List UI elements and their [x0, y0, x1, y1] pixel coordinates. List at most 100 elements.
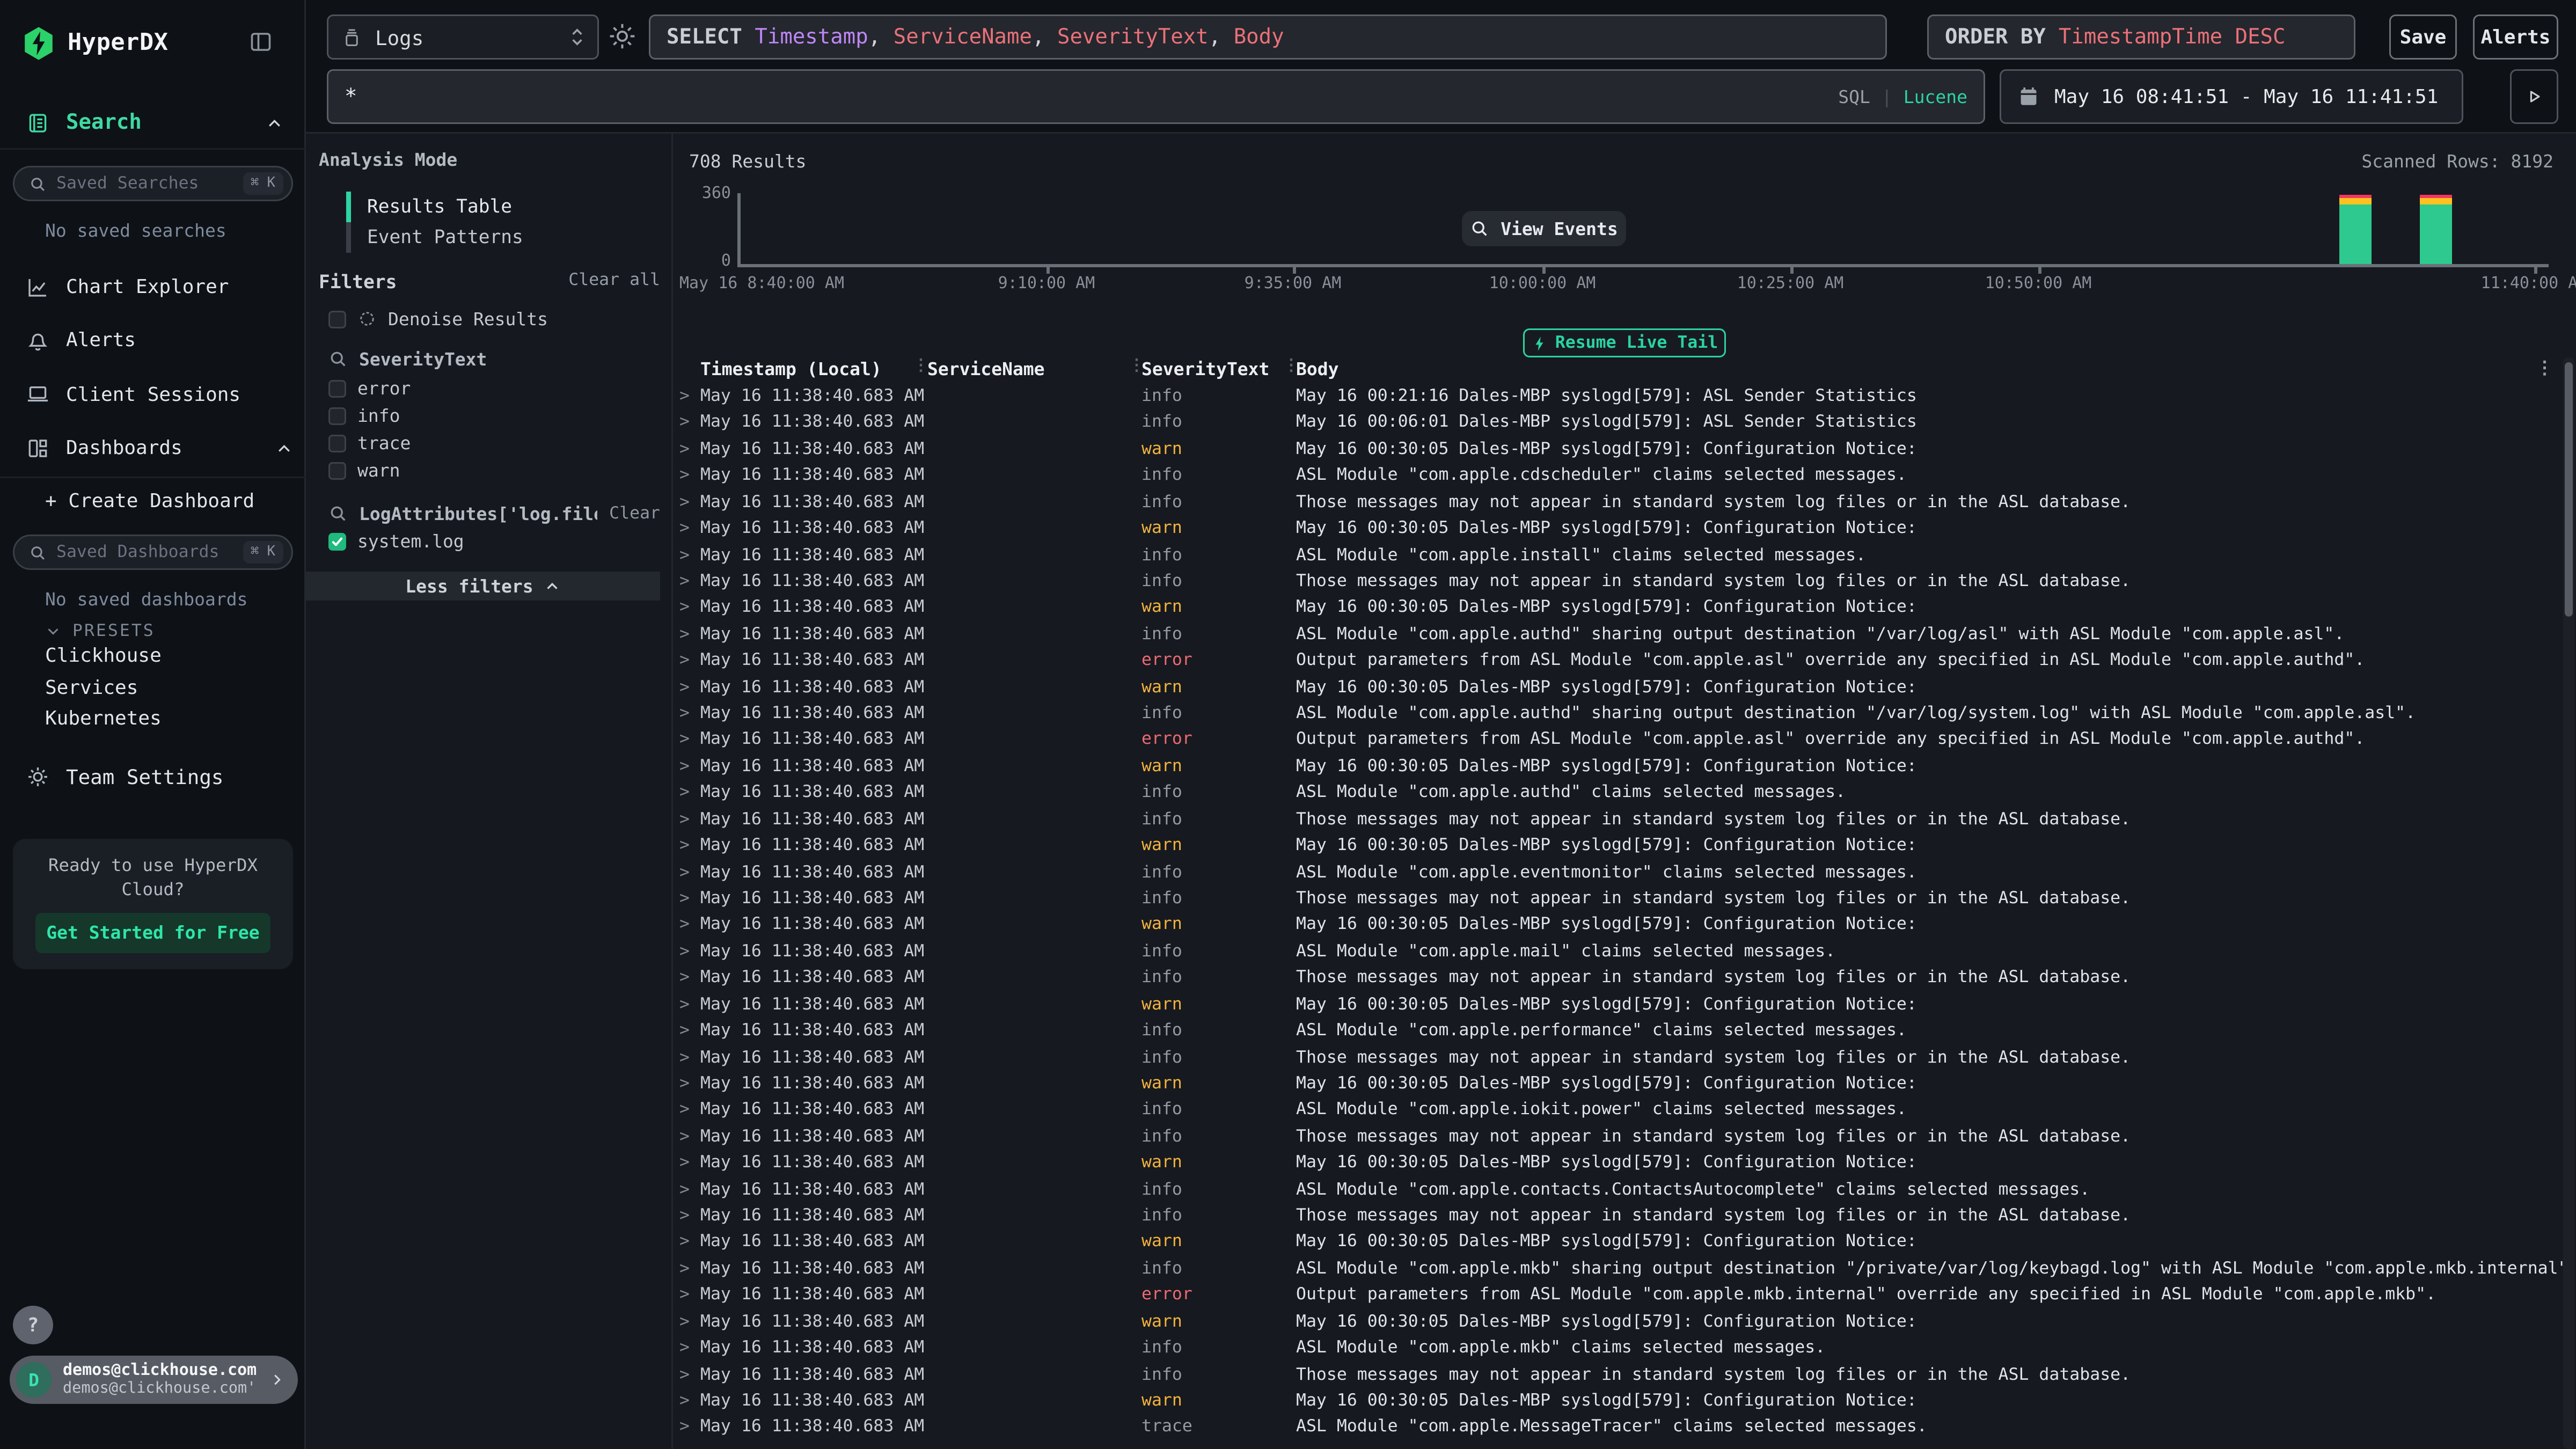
table-row[interactable]: > May 16 11:38:40.683 AM warn May 16 00:… — [673, 1308, 2563, 1335]
table-row[interactable]: > May 16 11:38:40.683 AM info ASL Module… — [673, 700, 2563, 727]
row-expand-chevron-icon[interactable]: > — [679, 1126, 690, 1146]
help-button[interactable]: ? — [13, 1306, 53, 1344]
sidebar-item-dashboards[interactable]: Dashboards — [26, 429, 293, 467]
row-expand-chevron-icon[interactable]: > — [679, 1180, 690, 1199]
table-row[interactable]: > May 16 11:38:40.683 AM info Those mess… — [673, 965, 2563, 991]
gear-icon[interactable] — [607, 21, 638, 52]
view-events-button[interactable]: View Events — [1462, 211, 1626, 246]
table-menu-icon[interactable]: ⋮ — [2536, 357, 2553, 378]
row-expand-chevron-icon[interactable]: > — [679, 1391, 690, 1410]
user-menu[interactable]: D demos@clickhouse.com demos@clickhouse.… — [10, 1356, 298, 1404]
table-row[interactable]: > May 16 11:38:40.683 AM warn May 16 00:… — [673, 1229, 2563, 1255]
table-row[interactable]: > May 16 11:38:40.683 AM info Those mess… — [673, 1044, 2563, 1071]
table-row[interactable]: > May 16 11:38:40.683 AM info ASL Module… — [673, 621, 2563, 647]
row-expand-chevron-icon[interactable]: > — [679, 651, 690, 670]
brand-row[interactable]: HyperDX — [23, 23, 283, 64]
row-expand-chevron-icon[interactable]: > — [679, 1417, 690, 1437]
logattr-clear-link[interactable]: Clear — [609, 504, 660, 523]
row-expand-chevron-icon[interactable]: > — [679, 1285, 690, 1305]
table-row[interactable]: > May 16 11:38:40.683 AM warn May 16 00:… — [673, 1071, 2563, 1097]
denoise-filter-row[interactable]: Denoise Results — [328, 308, 660, 330]
chevron-up-icon[interactable] — [275, 439, 293, 457]
severity-option-row[interactable]: trace — [328, 431, 660, 454]
row-expand-chevron-icon[interactable]: > — [679, 1338, 690, 1357]
table-row[interactable]: > May 16 11:38:40.683 AM warn May 16 00:… — [673, 436, 2563, 462]
table-row[interactable]: > May 16 11:38:40.683 AM error Output pa… — [673, 1282, 2563, 1308]
search-icon[interactable] — [328, 504, 348, 523]
histogram-bar[interactable] — [2420, 194, 2452, 264]
row-expand-chevron-icon[interactable]: > — [679, 968, 690, 987]
table-row[interactable]: > May 16 11:38:40.683 AM info ASL Module… — [673, 938, 2563, 964]
row-expand-chevron-icon[interactable]: > — [679, 1100, 690, 1119]
save-button[interactable]: Save — [2389, 14, 2457, 60]
table-row[interactable]: > May 16 11:38:40.683 AM info Those mess… — [673, 1362, 2563, 1388]
severity-checkbox[interactable] — [328, 379, 346, 397]
sidebar-item-alerts[interactable]: Alerts — [26, 321, 293, 360]
row-expand-chevron-icon[interactable]: > — [679, 545, 690, 565]
table-row[interactable]: > May 16 11:38:40.683 AM error Output pa… — [673, 727, 2563, 753]
histogram-bar[interactable] — [2339, 194, 2372, 264]
time-range-picker[interactable]: May 16 08:41:51 - May 16 11:41:51 — [2000, 69, 2463, 124]
table-row[interactable]: > May 16 11:38:40.683 AM info Those mess… — [673, 885, 2563, 912]
chevron-up-icon[interactable] — [266, 114, 283, 131]
table-row[interactable]: > May 16 11:38:40.683 AM info ASL Module… — [673, 780, 2563, 806]
row-expand-chevron-icon[interactable]: > — [679, 1365, 690, 1384]
logattr-option-row[interactable]: system.log — [328, 530, 660, 552]
row-expand-chevron-icon[interactable]: > — [679, 757, 690, 776]
resume-live-tail-button[interactable]: Resume Live Tail — [1523, 328, 1726, 357]
table-row[interactable]: > May 16 11:38:40.683 AM error Output pa… — [673, 648, 2563, 674]
row-expand-chevron-icon[interactable]: > — [679, 783, 690, 802]
severity-option-row[interactable]: warn — [328, 459, 660, 481]
row-expand-chevron-icon[interactable]: > — [679, 730, 690, 749]
row-expand-chevron-icon[interactable]: > — [679, 915, 690, 934]
table-row[interactable]: > May 16 11:38:40.683 AM info ASL Module… — [673, 463, 2563, 489]
table-row[interactable]: > May 16 11:38:40.683 AM info ASL Module… — [673, 859, 2563, 885]
row-expand-chevron-icon[interactable]: > — [679, 624, 690, 643]
alerts-button[interactable]: Alerts — [2473, 14, 2558, 60]
col-resize-handle-icon[interactable]: ⋮ — [913, 357, 929, 375]
table-row[interactable]: > May 16 11:38:40.683 AM info ASL Module… — [673, 1176, 2563, 1203]
sql-mode-option[interactable]: SQL — [1838, 86, 1870, 107]
table-row[interactable]: > May 16 11:38:40.683 AM info Those mess… — [673, 1203, 2563, 1229]
search-icon[interactable] — [328, 349, 348, 369]
row-expand-chevron-icon[interactable]: > — [679, 836, 690, 855]
col-severitytext[interactable]: SeverityText — [1141, 359, 1269, 380]
sidebar-item-client-sessions[interactable]: Client Sessions — [26, 375, 293, 413]
table-row[interactable]: > May 16 11:38:40.683 AM info ASL Module… — [673, 1018, 2563, 1044]
get-started-button[interactable]: Get Started for Free — [35, 913, 270, 953]
table-row[interactable]: > May 16 11:38:40.683 AM info Those mess… — [673, 1123, 2563, 1150]
table-row[interactable]: > May 16 11:38:40.683 AM warn May 16 00:… — [673, 1150, 2563, 1176]
table-row[interactable]: > May 16 11:38:40.683 AM info ASL Module… — [673, 1097, 2563, 1123]
row-expand-chevron-icon[interactable]: > — [679, 677, 690, 697]
row-expand-chevron-icon[interactable]: > — [679, 386, 690, 406]
sidebar-item-chart-explorer[interactable]: Chart Explorer — [26, 267, 293, 306]
scrollbar-thumb[interactable] — [2565, 362, 2573, 617]
severity-checkbox[interactable] — [328, 462, 346, 479]
select-clause-input[interactable]: SELECT Timestamp, ServiceName, SeverityT… — [649, 14, 1887, 60]
table-row[interactable]: > May 16 11:38:40.683 AM info Those mess… — [673, 568, 2563, 595]
table-row[interactable]: > May 16 11:38:40.683 AM info ASL Module… — [673, 1256, 2563, 1282]
sidebar-collapse-icon[interactable] — [248, 29, 274, 55]
sidebar-item-team-settings[interactable]: Team Settings — [26, 758, 283, 794]
order-by-input[interactable]: ORDER BY TimestampTime DESC — [1927, 14, 2355, 60]
sidebar-item-search[interactable]: Search — [26, 105, 283, 140]
severity-option-row[interactable]: error — [328, 377, 660, 399]
severity-checkbox[interactable] — [328, 434, 346, 452]
preset-item-clickhouse[interactable]: Clickhouse — [45, 644, 162, 667]
clear-all-link[interactable]: Clear all — [568, 270, 660, 293]
row-expand-chevron-icon[interactable]: > — [679, 1259, 690, 1278]
row-expand-chevron-icon[interactable]: > — [679, 466, 690, 485]
table-row[interactable]: > May 16 11:38:40.683 AM warn May 16 00:… — [673, 832, 2563, 859]
row-expand-chevron-icon[interactable]: > — [679, 1153, 690, 1173]
row-expand-chevron-icon[interactable]: > — [679, 492, 690, 511]
col-body[interactable]: Body — [1296, 359, 1339, 380]
table-row[interactable]: > May 16 11:38:40.683 AM info ASL Module… — [673, 1335, 2563, 1361]
table-row[interactable]: > May 16 11:38:40.683 AM warn May 16 00:… — [673, 515, 2563, 541]
lucene-mode-option[interactable]: Lucene — [1904, 86, 1967, 107]
source-select[interactable]: Logs — [327, 14, 599, 60]
row-expand-chevron-icon[interactable]: > — [679, 1206, 690, 1225]
table-row[interactable]: > May 16 11:38:40.683 AM warn May 16 00:… — [673, 595, 2563, 621]
less-filters-button[interactable]: Less filters — [306, 572, 660, 601]
row-expand-chevron-icon[interactable]: > — [679, 1074, 690, 1093]
table-row[interactable]: > May 16 11:38:40.683 AM info Those mess… — [673, 806, 2563, 832]
